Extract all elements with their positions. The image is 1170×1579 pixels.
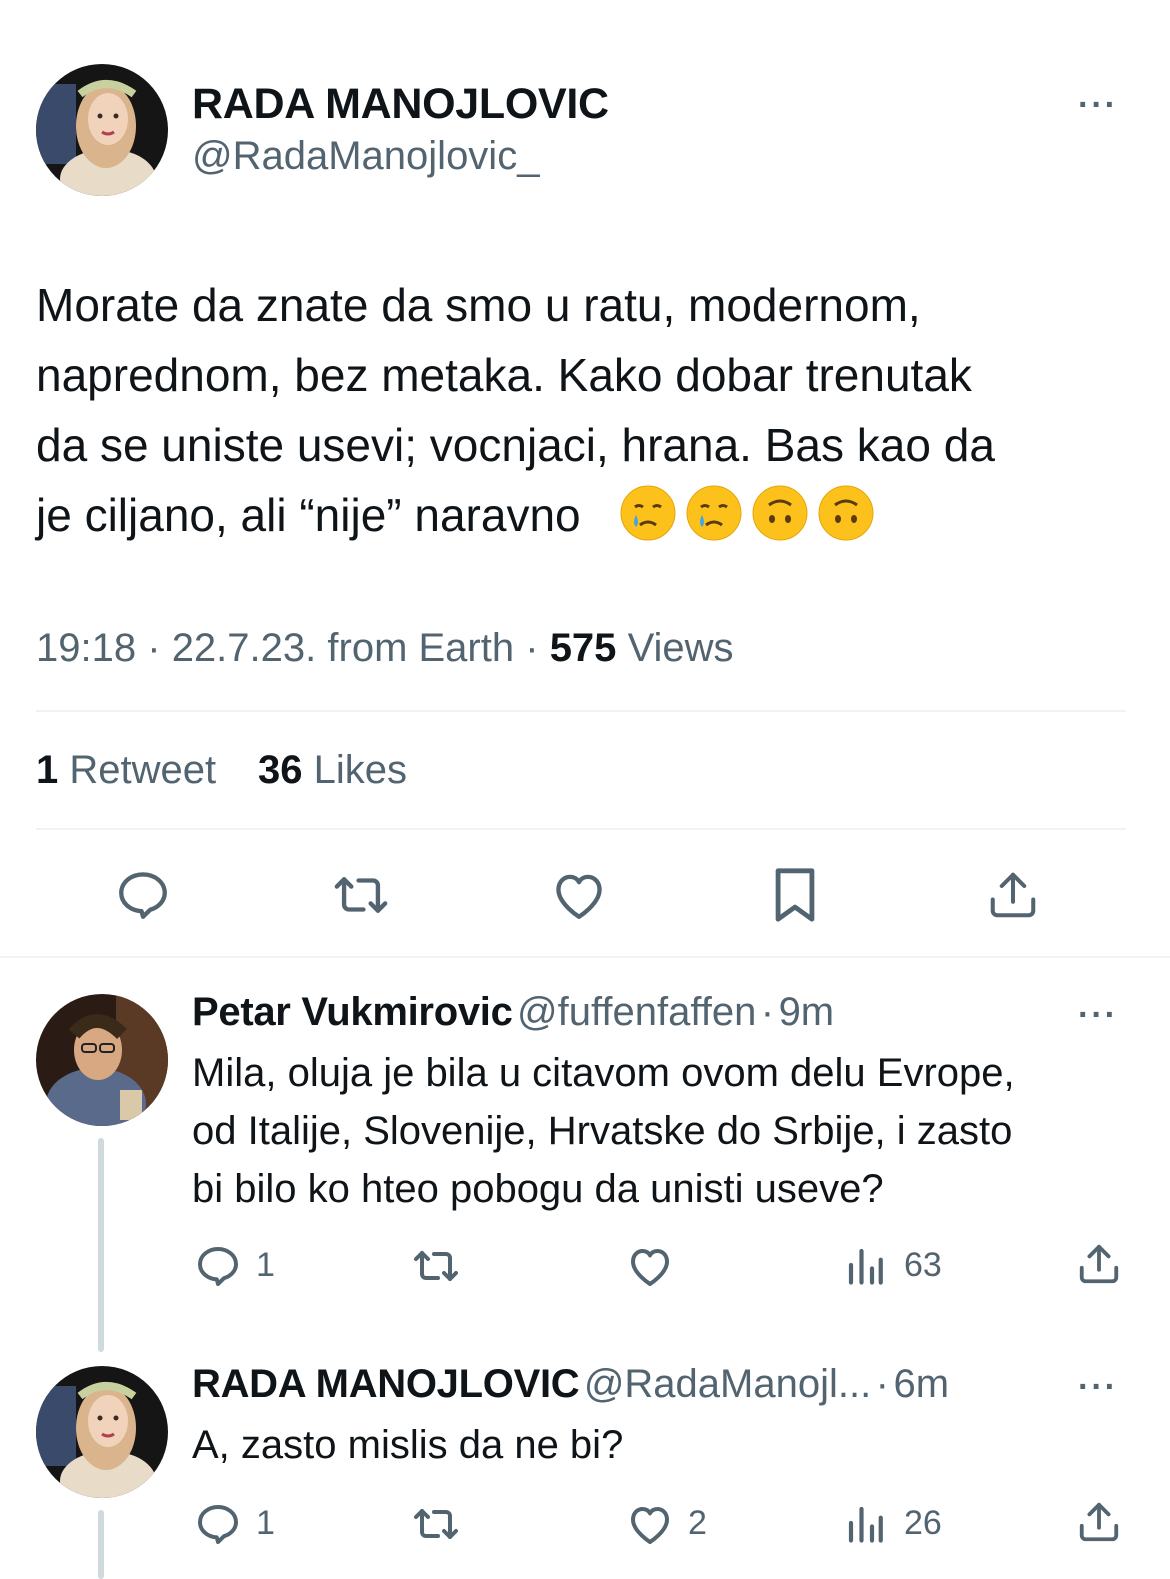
bookmark-icon[interactable] [772, 866, 818, 924]
views-count: 26 [904, 1504, 942, 1542]
more-options-icon[interactable]: ··· [1078, 88, 1118, 122]
tweet-text: Morate da znate da smo u ratu, modernom,… [36, 270, 1146, 550]
separator: · [147, 626, 161, 670]
separator: · [875, 1362, 889, 1406]
separator: · [525, 626, 539, 670]
likes-label: Likes [313, 748, 408, 792]
views-icon[interactable] [844, 1502, 886, 1544]
likes-count: 36 [258, 748, 303, 792]
reply-text-line: Mila, oluja je bila u citavom ovom delu … [192, 1051, 1015, 1095]
more-options-icon[interactable]: ··· [1078, 998, 1118, 1032]
reply-avatar[interactable] [36, 994, 168, 1126]
reply-icon[interactable] [194, 1500, 242, 1548]
tweet-time[interactable]: 19:18 [36, 626, 136, 670]
reply-author-handle[interactable]: @fuffenfaffen [517, 990, 756, 1034]
reply-time[interactable]: 6m [893, 1362, 949, 1406]
crying-face-icon [620, 485, 676, 541]
views-label: Views [627, 626, 734, 670]
retweet-icon[interactable] [410, 1242, 462, 1290]
share-icon[interactable] [1076, 1240, 1122, 1288]
upside-down-face-icon [752, 485, 808, 541]
tweet-date[interactable]: 22.7.23. [172, 626, 317, 670]
tweet-text-line: Morate da znate da smo u ratu, modernom, [36, 279, 921, 331]
reply-author-handle[interactable]: @RadaManojl... [584, 1362, 871, 1406]
author-avatar[interactable] [36, 64, 168, 196]
tweet-source: from Earth [327, 626, 515, 670]
retweet-icon[interactable] [410, 1500, 462, 1548]
reply-count: 1 [256, 1504, 275, 1542]
reply-text-line: od Italije, Slovenije, Hrvatske do Srbij… [192, 1109, 1013, 1153]
reply-icon[interactable] [194, 1242, 242, 1290]
crying-face-icon [686, 485, 742, 541]
like-icon[interactable] [626, 1502, 674, 1546]
tweet-text-line: da se uniste usevi; vocnjaci, hrana. Bas… [36, 419, 995, 471]
reply-text: Mila, oluja je bila u citavom ovom delu … [192, 1044, 1142, 1218]
retweets-label: Retweet [69, 748, 217, 792]
reply-header: RADA MANOJLOVIC @RadaManojl... · 6m [192, 1362, 949, 1407]
divider [36, 828, 1126, 830]
reply-time[interactable]: 9m [779, 990, 835, 1034]
reply-icon[interactable] [114, 866, 172, 924]
author-name[interactable]: RADA MANOJLOVIC [192, 80, 609, 129]
reply-count: 1 [256, 1246, 275, 1284]
reply-author-name[interactable]: Petar Vukmirovic [192, 990, 513, 1034]
thread-line [98, 1138, 104, 1352]
retweet-icon[interactable] [330, 866, 392, 924]
divider [36, 710, 1126, 712]
author-handle[interactable]: @RadaManojlovic_ [192, 134, 539, 179]
upside-down-face-icon [818, 485, 874, 541]
retweets-count: 1 [36, 748, 59, 792]
views-icon[interactable] [844, 1244, 886, 1286]
views-count: 63 [904, 1246, 942, 1284]
reply-text-line: A, zasto mislis da ne bi? [192, 1423, 624, 1467]
like-icon[interactable] [626, 1244, 674, 1288]
share-icon[interactable] [986, 866, 1040, 924]
reply-author-name[interactable]: RADA MANOJLOVIC [192, 1362, 580, 1406]
more-options-icon[interactable]: ··· [1078, 1370, 1118, 1404]
tweet-text-line: je ciljano, ali “nije” naravno [36, 489, 581, 541]
reply-text-line: bi bilo ko hteo pobogu da unisti useve? [192, 1167, 884, 1211]
like-icon[interactable] [550, 868, 608, 922]
divider [0, 956, 1170, 958]
likes-stat[interactable]: 36 Likes [258, 748, 407, 793]
like-count: 2 [688, 1504, 707, 1542]
tweet-meta: 19:18 · 22.7.23. from Earth · 575 Views [36, 626, 734, 671]
reply-header: Petar Vukmirovic @fuffenfaffen · 9m [192, 990, 834, 1035]
retweets-stat[interactable]: 1 Retweet [36, 748, 216, 793]
thread-line [98, 1510, 104, 1579]
reply-avatar[interactable] [36, 1366, 168, 1498]
tweet-text-line: naprednom, bez metaka. Kako dobar trenut… [36, 349, 972, 401]
reply-text: A, zasto mislis da ne bi? [192, 1416, 1142, 1474]
views-count: 575 [549, 626, 617, 670]
tweet-text-last-line: je ciljano, ali “nije” naravno [36, 480, 1146, 550]
separator: · [760, 990, 775, 1034]
share-icon[interactable] [1076, 1498, 1122, 1546]
